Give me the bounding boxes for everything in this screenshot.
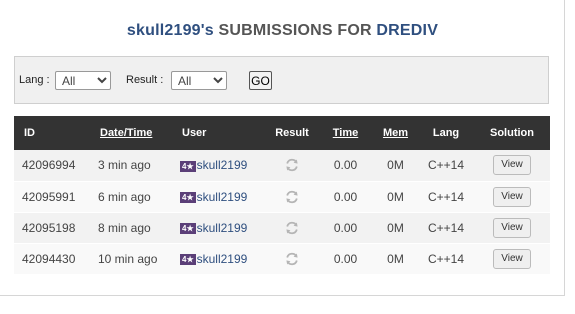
title-middle-text: SUBMISSIONS FOR [218,22,372,39]
view-solution-button[interactable]: View [493,217,531,238]
submission-exec-time: 0.00 [333,158,358,173]
submission-user[interactable]: 4★ skull2199 [172,181,266,212]
col-user: User [182,127,207,139]
submission-id: 42096994 [22,158,76,173]
title-problem-code[interactable]: DREDIV [376,22,438,39]
submission-user[interactable]: 4★ skull2199 [172,150,266,181]
result-filter-label: Result : [126,74,164,86]
refresh-icon [286,221,298,234]
col-id: ID [24,127,35,139]
table-header-row: ID Date/Time User Result Time Mem Lang S… [14,116,550,150]
refresh-icon [286,159,298,172]
col-mem[interactable]: Mem [373,116,418,150]
submission-result [266,212,318,243]
table-row: 42095198 8 min ago 4★ skull2199 0.00 0M C… [14,212,550,243]
submissions-panel: skull2199's SUBMISSIONS FOR DREDIV Lang … [0,0,565,296]
refresh-icon [286,190,298,203]
title-user-handle[interactable]: skull2199's [127,22,214,39]
submission-lang: C++14 [427,251,465,266]
col-lang: Lang [432,127,460,139]
submission-lang: C++14 [427,189,465,204]
submission-memory: 0M [387,220,404,235]
star-rating-badge: 4★ [180,253,196,265]
table-row: 42095991 6 min ago 4★ skull2199 0.00 0M C… [14,181,550,212]
submission-id: 42095198 [22,220,76,235]
submission-exec-time: 0.00 [333,251,358,266]
submission-id: 42094430 [22,251,76,266]
col-time[interactable]: Time [318,116,373,150]
view-solution-button[interactable]: View [493,155,531,176]
star-rating-badge: 4★ [180,191,196,203]
submission-lang: C++14 [427,158,465,173]
filter-bar: Lang : All Result : All GO [14,56,549,104]
submission-time: 6 min ago [98,189,151,204]
table-row: 42096994 3 min ago 4★ skull2199 0.00 0M C… [14,150,550,181]
user-link[interactable]: skull2199 [197,221,248,235]
refresh-icon [286,252,298,265]
submission-result [266,181,318,212]
submission-memory: 0M [387,251,404,266]
submission-time: 3 min ago [98,158,151,173]
submissions-table: ID Date/Time User Result Time Mem Lang S… [14,116,550,275]
submission-result [266,150,318,181]
col-result: Result [275,127,309,139]
go-button[interactable]: GO [249,71,272,90]
submission-memory: 0M [387,158,404,173]
star-rating-badge: 4★ [180,222,196,234]
view-solution-button[interactable]: View [493,248,531,269]
page-title: skull2199's SUBMISSIONS FOR DREDIV [0,22,565,40]
submission-id: 42095991 [22,189,76,204]
submission-memory: 0M [387,189,404,204]
submission-lang: C++14 [427,220,465,235]
submission-exec-time: 0.00 [333,220,358,235]
result-select[interactable]: All [171,71,227,90]
submission-solution: View [474,181,550,212]
lang-select[interactable]: All [55,71,111,90]
col-date-time[interactable]: Date/Time [90,116,172,150]
submission-result [266,243,318,274]
user-link[interactable]: skull2199 [197,190,248,204]
lang-filter-label: Lang : [19,74,50,86]
submission-solution: View [474,243,550,274]
submission-user[interactable]: 4★ skull2199 [172,243,266,274]
submission-solution: View [474,212,550,243]
submission-user[interactable]: 4★ skull2199 [172,212,266,243]
table-row: 42094430 10 min ago 4★ skull2199 0.00 0M … [14,243,550,274]
star-rating-badge: 4★ [180,160,196,172]
user-link[interactable]: skull2199 [197,158,248,172]
submission-time: 8 min ago [98,220,151,235]
submission-exec-time: 0.00 [333,189,358,204]
col-solution: Solution [490,127,534,139]
view-solution-button[interactable]: View [493,186,531,207]
user-link[interactable]: skull2199 [197,252,248,266]
submission-time: 10 min ago [98,251,158,266]
submission-solution: View [474,150,550,181]
